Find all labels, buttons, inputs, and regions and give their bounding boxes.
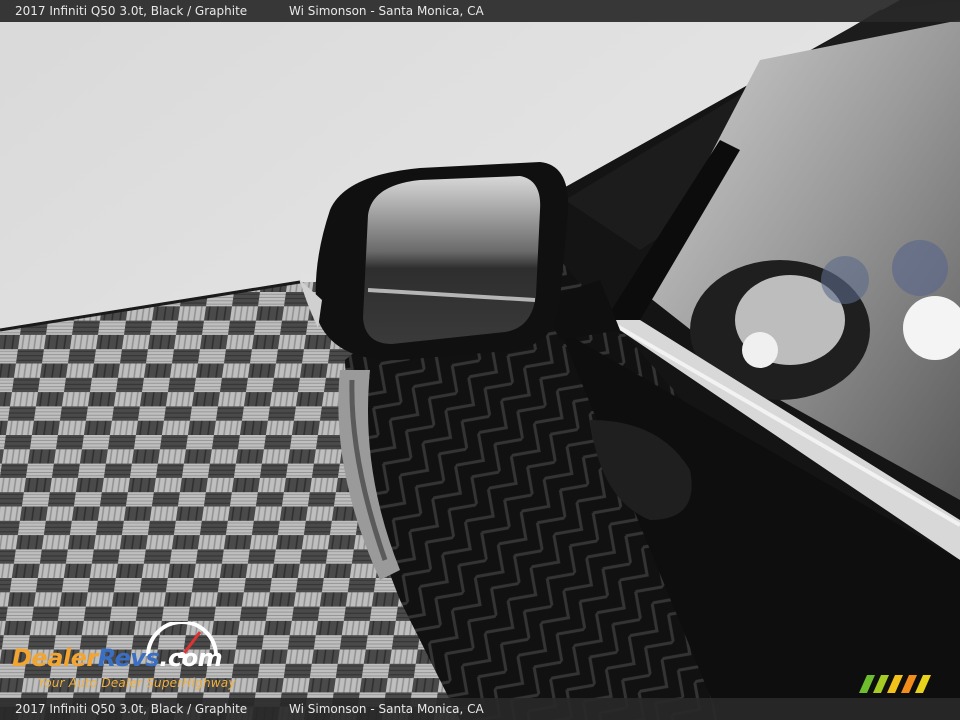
car-photo bbox=[0, 0, 960, 720]
caption-bar-bottom: 2017 Infiniti Q50 3.0t, Black / Graphite… bbox=[0, 698, 960, 720]
logo-part-revs: Revs bbox=[97, 644, 160, 672]
photo-frame: 2017 Infiniti Q50 3.0t, Black / Graphite… bbox=[0, 0, 960, 720]
dealer-caption-bottom: Wi Simonson - Santa Monica, CA bbox=[289, 702, 484, 716]
logo-part-com: .com bbox=[159, 644, 223, 672]
caption-bar-top: 2017 Infiniti Q50 3.0t, Black / Graphite… bbox=[0, 0, 960, 22]
logo-part-dealer: Dealer bbox=[12, 644, 98, 672]
vehicle-caption: 2017 Infiniti Q50 3.0t, Black / Graphite bbox=[15, 4, 248, 18]
dealerrevs-tagline: Your Auto Dealer SuperHighway bbox=[38, 676, 236, 690]
dealerrevs-logo: DealerRevs.com bbox=[12, 644, 223, 672]
vehicle-caption-bottom: 2017 Infiniti Q50 3.0t, Black / Graphite bbox=[15, 702, 248, 716]
dealer-caption: Wi Simonson - Santa Monica, CA bbox=[289, 4, 484, 18]
stripes-logo-icon bbox=[859, 675, 931, 693]
